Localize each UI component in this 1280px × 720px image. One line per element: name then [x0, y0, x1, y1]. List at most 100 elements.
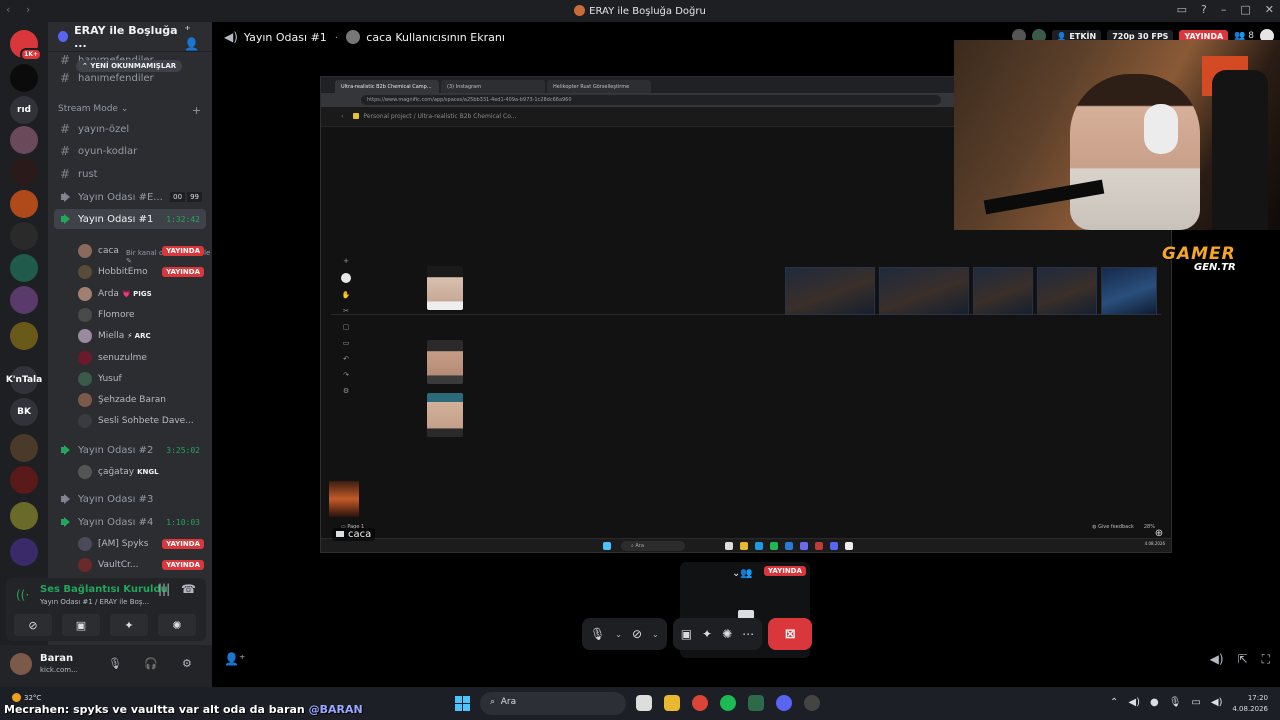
undo-icon[interactable]: ↶	[343, 355, 349, 363]
close-button[interactable]: ✕	[1265, 3, 1274, 16]
voice-channel-4[interactable]: Yayın Odası #4 1:10:03	[54, 512, 206, 532]
activities-button[interactable]: ✦	[110, 614, 148, 636]
more-icon[interactable]: ⋯	[742, 627, 754, 641]
generated-image[interactable]	[1101, 267, 1157, 315]
fullscreen-icon[interactable]: ⛶	[1262, 652, 1270, 667]
avatar[interactable]	[10, 653, 32, 675]
popout-icon[interactable]: ⇱	[1238, 652, 1248, 667]
chevron-down-icon[interactable]: ⌄	[615, 630, 622, 639]
app-icon[interactable]	[804, 695, 820, 711]
server-icon[interactable]	[10, 322, 38, 350]
channel-oyun-kodlar[interactable]: # oyun-kodlar	[54, 141, 206, 161]
channel-yayin-ozel[interactable]: # yayın-özel	[54, 119, 206, 139]
activities-icon[interactable]: ✦	[702, 627, 712, 641]
chevron-down-icon[interactable]: ⌄	[652, 630, 659, 639]
portrait-image[interactable]	[427, 266, 463, 310]
volume-icon[interactable]: ◀)	[1210, 652, 1224, 667]
server-icon[interactable]: 1K+	[10, 30, 42, 61]
microphone-icon[interactable]: 🎙	[1169, 697, 1182, 708]
taskbar-search[interactable]: ⌕ Ara	[480, 692, 626, 715]
network-icon[interactable]: ●	[1150, 697, 1159, 708]
add-icon[interactable]: +	[343, 257, 349, 265]
discord-icon[interactable]	[776, 695, 792, 711]
channel-rust[interactable]: # rust	[54, 164, 206, 184]
soundboard-button[interactable]: ✺	[158, 614, 196, 636]
generated-image[interactable]	[785, 267, 875, 315]
volume-icon[interactable]: ◀)	[1211, 697, 1223, 708]
portrait-image[interactable]	[427, 340, 463, 384]
new-unread-badge[interactable]: ⌃ YENİ OKUNMAMIŞLAR	[76, 60, 183, 72]
spotify-icon[interactable]	[720, 695, 736, 711]
server-icon[interactable]	[10, 190, 38, 218]
generated-image[interactable]	[329, 481, 359, 517]
headphones-icon[interactable]: 🎧	[144, 657, 158, 670]
zoom-icon[interactable]: ⊕	[1150, 528, 1168, 544]
server-icon[interactable]	[10, 538, 38, 566]
noise-suppression-icon[interactable]: |||	[158, 582, 170, 596]
app-icon[interactable]	[748, 695, 764, 711]
category-stream-mode[interactable]: Stream Mode ⌄ +	[58, 104, 201, 117]
screen-share-icon[interactable]: ▣	[681, 627, 692, 641]
browser-tab[interactable]: Ultra-realistic B2b Chemical Camp...	[335, 80, 439, 93]
voice-member[interactable]: Şehzade Baran	[78, 390, 204, 410]
file-explorer-icon[interactable]	[664, 695, 680, 711]
microphone-icon[interactable]: 🎙	[108, 657, 122, 670]
comment-tool-icon[interactable]: ▭	[343, 339, 350, 347]
add-people-icon[interactable]: 👤⁺	[224, 652, 245, 666]
inbox-icon[interactable]: ▭	[1177, 3, 1187, 16]
disconnect-icon[interactable]: ☎	[181, 582, 196, 596]
voice-member[interactable]: Flomore	[78, 305, 204, 325]
server-icon[interactable]	[10, 126, 38, 154]
portrait-image[interactable]	[427, 393, 463, 437]
server-icon[interactable]: K'nTala	[6, 366, 42, 394]
frame-tool-icon[interactable]: ▢	[343, 323, 350, 331]
camera-off-icon[interactable]: ⊘	[632, 627, 642, 641]
add-channel-icon[interactable]: +	[192, 104, 201, 117]
server-icon[interactable]	[10, 286, 38, 314]
camera-off-button[interactable]: ⊘	[14, 614, 52, 636]
voice-member[interactable]: Arda 💗 PIGS	[78, 284, 204, 304]
voice-channel-2[interactable]: Yayın Odası #2 3:25:02	[54, 440, 206, 460]
server-icon[interactable]	[10, 502, 38, 530]
chevron-up-icon[interactable]: ⌃	[1110, 697, 1118, 708]
screen-share-button[interactable]: ▣	[62, 614, 100, 636]
server-icon[interactable]	[10, 466, 38, 494]
user-name[interactable]: Baran	[40, 653, 73, 664]
voice-member[interactable]: Miella ⚡ ARC	[78, 326, 204, 346]
maximize-button[interactable]: □	[1240, 3, 1250, 16]
help-icon[interactable]: ?	[1201, 3, 1207, 16]
chrome-icon[interactable]	[692, 695, 708, 711]
voice-member[interactable]: senuzulme	[78, 348, 204, 368]
voice-location[interactable]: Yayın Odası #1 / ERAY ile Boş...	[40, 598, 149, 606]
voice-member[interactable]: VaultCr... YAYINDA	[78, 555, 204, 575]
gear-icon[interactable]: ⚙	[182, 657, 192, 670]
hand-tool-icon[interactable]: ✋	[342, 291, 351, 299]
generated-image[interactable]	[1037, 267, 1097, 315]
server-icon[interactable]	[10, 64, 38, 92]
voice-member[interactable]: HobbitEmo YAYINDA	[78, 262, 204, 282]
minimize-button[interactable]: –	[1221, 3, 1227, 16]
select-tool-icon[interactable]	[341, 273, 351, 283]
server-icon[interactable]: BK	[10, 398, 38, 426]
voice-channel-e[interactable]: Yayın Odası #E... 00 99	[54, 187, 206, 207]
redo-icon[interactable]: ↷	[343, 371, 349, 379]
browser-tab[interactable]: Helikopter Rust Görselleştirme	[547, 80, 651, 93]
signal-icon[interactable]: ((·	[16, 588, 29, 602]
windows-start-icon[interactable]	[455, 696, 470, 711]
generated-image[interactable]	[973, 267, 1033, 315]
leave-call-button[interactable]: ⊠	[768, 618, 813, 650]
browser-tab[interactable]: (3) Instagram	[441, 80, 545, 93]
server-icon[interactable]	[10, 158, 38, 186]
server-icon[interactable]	[10, 222, 38, 250]
soundboard-icon[interactable]: ✺	[722, 627, 732, 641]
voice-member[interactable]: [AM] Spyks YAYINDA	[78, 534, 204, 554]
generated-image[interactable]	[879, 267, 969, 315]
voice-member[interactable]: Yusuf	[78, 369, 204, 389]
voice-member[interactable]: caca YAYINDA	[78, 241, 204, 261]
invite-people-icon[interactable]: ⁺👤	[184, 23, 204, 51]
voice-member[interactable]: Sesli Sohbete Dave...	[78, 411, 204, 431]
microphone-icon[interactable]: 🎙	[590, 627, 605, 641]
server-header[interactable]: ERAY ile Boşluğa ... ⁺👤	[48, 22, 212, 52]
voice-member[interactable]: çağatay KNGL	[78, 462, 204, 482]
task-view-icon[interactable]	[636, 695, 652, 711]
